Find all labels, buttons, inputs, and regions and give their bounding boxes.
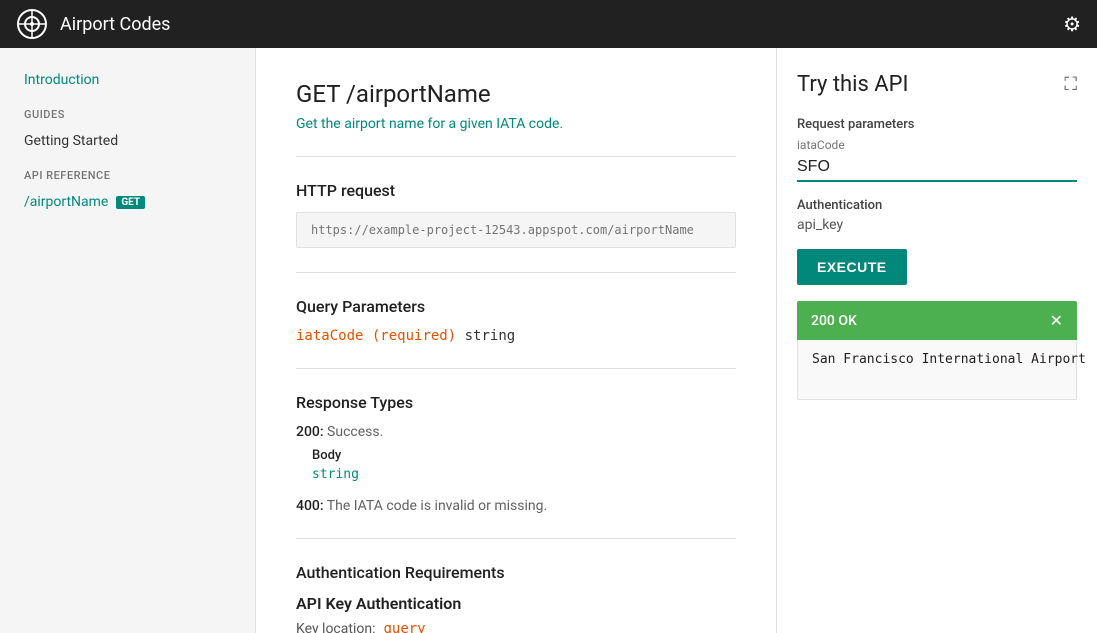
body-label: Body	[312, 448, 736, 463]
response-200-desc: Success.	[327, 424, 383, 440]
response-400-desc: The IATA code is invalid or missing.	[327, 498, 547, 514]
param-required: (required)	[372, 328, 456, 344]
auth-value: api_key	[797, 217, 1077, 233]
app-logo-icon	[16, 8, 48, 40]
auth-key-location-label: Key location:	[296, 621, 375, 633]
response-status-bar: 200 OK ✕	[797, 301, 1077, 340]
param-name: iataCode	[296, 328, 363, 344]
sidebar-item-airport-name[interactable]: /airportName GET	[0, 186, 255, 218]
page-title: GET /airportName	[296, 80, 736, 108]
param-type: string	[465, 328, 516, 344]
response-types-section-title: Response Types	[296, 393, 736, 412]
request-params-label: Request parameters	[797, 117, 1077, 132]
app-title: Airport Codes	[60, 14, 170, 35]
expand-icon[interactable]: ⛶	[1064, 74, 1077, 95]
response-200-code: 200:	[296, 424, 324, 440]
divider-4	[296, 538, 736, 539]
page-subtitle: Get the airport name for a given IATA co…	[296, 116, 736, 132]
iata-code-input[interactable]	[797, 154, 1077, 182]
response-400-code: 400:	[296, 498, 324, 514]
query-param-row: iataCode (required) string	[296, 328, 736, 344]
auth-key-location-value: query	[383, 621, 425, 633]
try-panel-title: Try this API	[797, 72, 909, 97]
query-params-section-title: Query Parameters	[296, 297, 736, 316]
sidebar-item-introduction[interactable]: Introduction	[0, 64, 255, 96]
iata-field-label: iataCode	[797, 138, 1077, 152]
auth-key-location-row: Key location: query	[296, 621, 736, 633]
divider-3	[296, 368, 736, 369]
try-panel: Try this API ⛶ Request parameters iataCo…	[777, 48, 1097, 633]
http-url: https://example-project-12543.appspot.co…	[296, 212, 736, 248]
sidebar-item-getting-started[interactable]: Getting Started	[0, 125, 255, 157]
auth-label: Authentication	[797, 198, 1077, 213]
sidebar-airport-name-label: /airportName	[24, 194, 108, 210]
response-body: San Francisco International Airport	[797, 340, 1077, 400]
divider-2	[296, 272, 736, 273]
sidebar-section-api-reference: API REFERENCE	[0, 157, 255, 186]
get-badge: GET	[116, 196, 145, 209]
http-request-section-title: HTTP request	[296, 181, 736, 200]
auth-subsection-title: API Key Authentication	[296, 594, 736, 613]
top-nav: Airport Codes ⚙	[0, 0, 1097, 48]
execute-button[interactable]: EXECUTE	[797, 249, 907, 285]
auth-section-title: Authentication Requirements	[296, 563, 736, 582]
divider-1	[296, 156, 736, 157]
body-section: Body string	[312, 448, 736, 482]
response-status-text: 200 OK	[811, 313, 857, 329]
main-layout: Introduction GUIDES Getting Started API …	[0, 48, 1097, 633]
response-400-row: 400: The IATA code is invalid or missing…	[296, 498, 736, 514]
sidebar-section-guides: GUIDES	[0, 96, 255, 125]
try-panel-header: Try this API ⛶	[797, 72, 1077, 97]
body-type: string	[312, 467, 736, 482]
sidebar: Introduction GUIDES Getting Started API …	[0, 48, 256, 633]
close-response-icon[interactable]: ✕	[1050, 311, 1063, 330]
settings-icon[interactable]: ⚙	[1063, 12, 1081, 36]
response-200-row: 200: Success.	[296, 424, 736, 440]
nav-left: Airport Codes	[16, 8, 170, 40]
main-content: GET /airportName Get the airport name fo…	[256, 48, 777, 633]
